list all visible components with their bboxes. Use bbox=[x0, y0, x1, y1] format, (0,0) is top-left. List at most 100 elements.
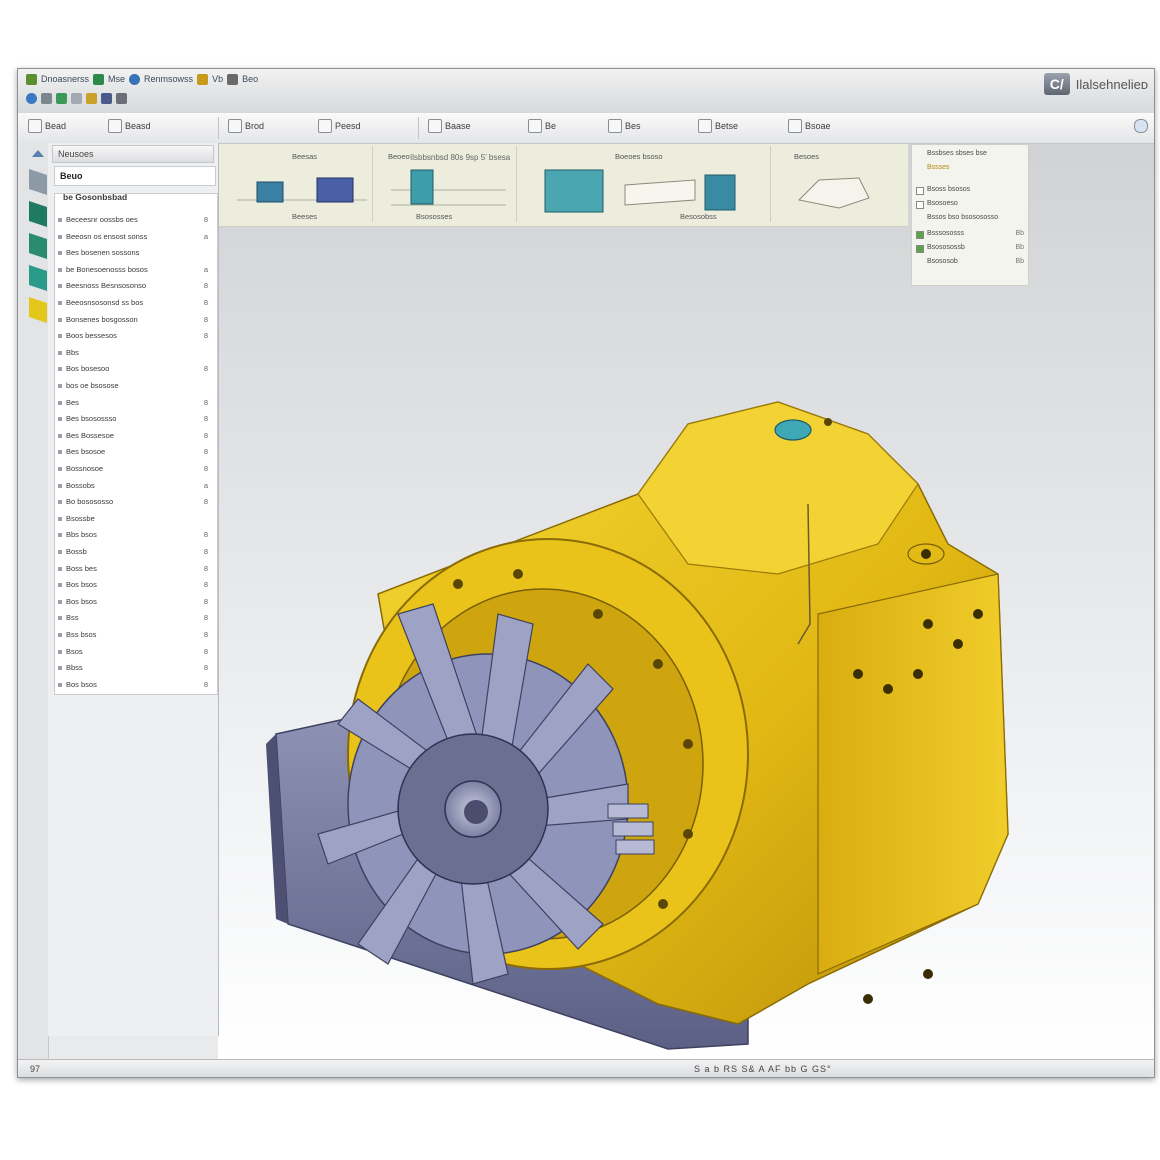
new-icon[interactable] bbox=[26, 73, 37, 85]
tab-icon-drawing[interactable] bbox=[29, 297, 47, 325]
tree-row[interactable]: Bos bsos 8 bbox=[54, 578, 214, 592]
quick-access-item[interactable]: Renmsowss bbox=[144, 74, 193, 84]
tree-row[interactable]: Bo bosososso 8 bbox=[54, 495, 214, 509]
tree-row[interactable]: bos oe bsosose bbox=[54, 379, 214, 393]
tree-row[interactable]: Bbs bsos 8 bbox=[54, 528, 214, 542]
tree-row[interactable]: Boos bessesos 8 bbox=[54, 329, 214, 343]
tree-row[interactable]: Bossb 8 bbox=[54, 545, 214, 559]
property-row[interactable]: Bsosoeso bbox=[916, 199, 1024, 211]
tool-extrude[interactable]: Beasd bbox=[108, 119, 151, 133]
tree-bullet-icon bbox=[58, 433, 62, 438]
tree-row[interactable]: Beeosn os ensost sonss a bbox=[54, 230, 214, 244]
tree-row[interactable]: Bbss 8 bbox=[54, 661, 214, 675]
settings-icon[interactable] bbox=[41, 92, 52, 104]
tree-row[interactable]: Bbs bbox=[54, 346, 214, 360]
quick-access-item[interactable]: Dnoasnerss bbox=[41, 74, 89, 84]
tab-icon-assembly[interactable] bbox=[29, 265, 47, 293]
tree-row[interactable]: Bss bsos 8 bbox=[54, 628, 214, 642]
tree-row-value: a bbox=[203, 264, 208, 274]
tree-row[interactable]: Bes Bossesoe 8 bbox=[54, 429, 214, 443]
tree-row[interactable]: Bos bosesoo 8 bbox=[54, 362, 214, 376]
tree-row[interactable]: Bes bsosossso 8 bbox=[54, 412, 214, 426]
tab-icon-features[interactable] bbox=[29, 233, 47, 261]
tool-fillet[interactable]: Be bbox=[528, 119, 556, 133]
tree-bullet-icon bbox=[58, 417, 62, 422]
tree-row[interactable]: Bsos 8 bbox=[54, 645, 214, 659]
tree-row[interactable]: Bonsenes bosgosson 8 bbox=[54, 313, 214, 327]
measure-icon[interactable] bbox=[101, 92, 112, 104]
property-checkbox[interactable] bbox=[916, 231, 924, 239]
tool-revolve[interactable]: Brod bbox=[228, 119, 264, 133]
tree-row[interactable]: Bsossbe bbox=[54, 512, 214, 526]
quick-access-item[interactable]: Mse bbox=[108, 74, 125, 84]
tree-row[interactable]: Bossobs a bbox=[54, 479, 214, 493]
tree-row[interactable]: Bos bsos 8 bbox=[54, 595, 214, 609]
open-icon[interactable] bbox=[93, 73, 105, 85]
property-checkbox[interactable] bbox=[916, 201, 924, 209]
tab-icon-sketch[interactable] bbox=[29, 201, 47, 229]
property-row[interactable]: Bssos bso bsosososso bbox=[916, 213, 1024, 225]
undo-icon[interactable] bbox=[197, 73, 209, 85]
property-row[interactable]: Bsoss bsosos bbox=[916, 185, 1024, 197]
redo-icon[interactable] bbox=[227, 73, 239, 85]
property-row[interactable]: Bsososob Bb bbox=[916, 257, 1024, 269]
save-icon[interactable] bbox=[129, 73, 141, 85]
layers-icon[interactable] bbox=[86, 92, 97, 104]
quick-access-item[interactable]: Vb bbox=[212, 74, 223, 84]
tree-row[interactable]: Bossnosoe 8 bbox=[54, 462, 214, 476]
help-button[interactable] bbox=[1134, 119, 1148, 133]
revolve-icon bbox=[228, 119, 242, 133]
tree-root[interactable]: be Gosonbsbad bbox=[55, 190, 215, 204]
tree-row-value: 8 bbox=[203, 314, 208, 324]
tree-header: Beuo bbox=[54, 166, 216, 186]
tree-row[interactable]: Boss bes 8 bbox=[54, 562, 214, 576]
tree-row-value: 8 bbox=[203, 497, 208, 507]
sketch-icon bbox=[28, 119, 42, 133]
tree-row[interactable]: Bos bsos 8 bbox=[54, 678, 214, 692]
tree-row-value: 8 bbox=[203, 663, 208, 673]
tool-chamfer[interactable]: Bes bbox=[608, 119, 641, 133]
tree-row[interactable]: Beeosnsosonsd ss bos 8 bbox=[54, 296, 214, 310]
status-left: 97 bbox=[30, 1064, 41, 1074]
property-row[interactable]: Bssbses sbses bse bbox=[916, 149, 1024, 161]
quick-access-item[interactable]: Beo bbox=[242, 74, 258, 84]
palette-cell-cover[interactable]: Besoes bbox=[774, 146, 904, 222]
property-checkbox[interactable] bbox=[916, 187, 924, 195]
property-label: Bssses bbox=[927, 164, 950, 171]
tree-row[interactable]: Bes bosenen sossons bbox=[54, 246, 214, 260]
tool-label: Bead bbox=[45, 121, 67, 131]
tree-row[interactable]: be Bonesoenosss bosos a bbox=[54, 263, 214, 277]
property-row[interactable]: Bsososossb Bb bbox=[916, 243, 1024, 255]
fillet-icon bbox=[528, 119, 542, 133]
tree-row[interactable]: Beesnoss Besnsosonso 8 bbox=[54, 279, 214, 293]
tool-label: Beasd bbox=[125, 121, 151, 131]
navigator-tab-label[interactable]: Beuo bbox=[60, 171, 83, 181]
tool-shell[interactable]: Betse bbox=[698, 119, 738, 133]
tree-row[interactable]: Bss 8 bbox=[54, 611, 214, 625]
palette-cell-motor[interactable]: Boeoes bsoso Besosobss bbox=[520, 146, 771, 222]
tree-bullet-icon bbox=[58, 467, 62, 471]
model-navigator-panel: Neusoes Beuo be Gosonbsbad Beceesnr ooss… bbox=[48, 143, 219, 1036]
tool-pattern[interactable]: Bsoae bbox=[788, 119, 831, 133]
property-row[interactable]: Bssses bbox=[916, 163, 1024, 175]
tree-row[interactable]: Beceesnr oossbs oes 8 bbox=[54, 213, 214, 227]
palette-label: Beeses bbox=[292, 212, 318, 221]
property-checkbox[interactable] bbox=[916, 245, 924, 253]
tree-row[interactable]: Bes 8 bbox=[54, 396, 214, 410]
tools-icon[interactable] bbox=[56, 92, 67, 104]
chamfer-icon bbox=[608, 119, 622, 133]
view-icon[interactable] bbox=[71, 92, 82, 104]
pattern-icon bbox=[788, 119, 802, 133]
tool-sketch[interactable]: Bead bbox=[28, 119, 66, 133]
palette-cell-housing[interactable]: Beesas Beeses bbox=[222, 146, 373, 222]
tree-row[interactable]: Bes bsosoe 8 bbox=[54, 445, 214, 459]
home-icon[interactable] bbox=[26, 92, 37, 104]
property-row[interactable]: Bsssososss Bb bbox=[916, 229, 1024, 241]
palette-caption: Ilsbbsnbsd 80s 9sp 5’ bsesa bbox=[410, 153, 511, 162]
tool-sweep[interactable]: Peesd bbox=[318, 119, 361, 133]
tree-bullet-icon bbox=[58, 367, 62, 372]
tab-icon-model[interactable] bbox=[29, 169, 47, 197]
tool-loft[interactable]: Baase bbox=[428, 119, 471, 133]
help-icon bbox=[1134, 119, 1148, 133]
options-icon[interactable] bbox=[116, 92, 127, 104]
